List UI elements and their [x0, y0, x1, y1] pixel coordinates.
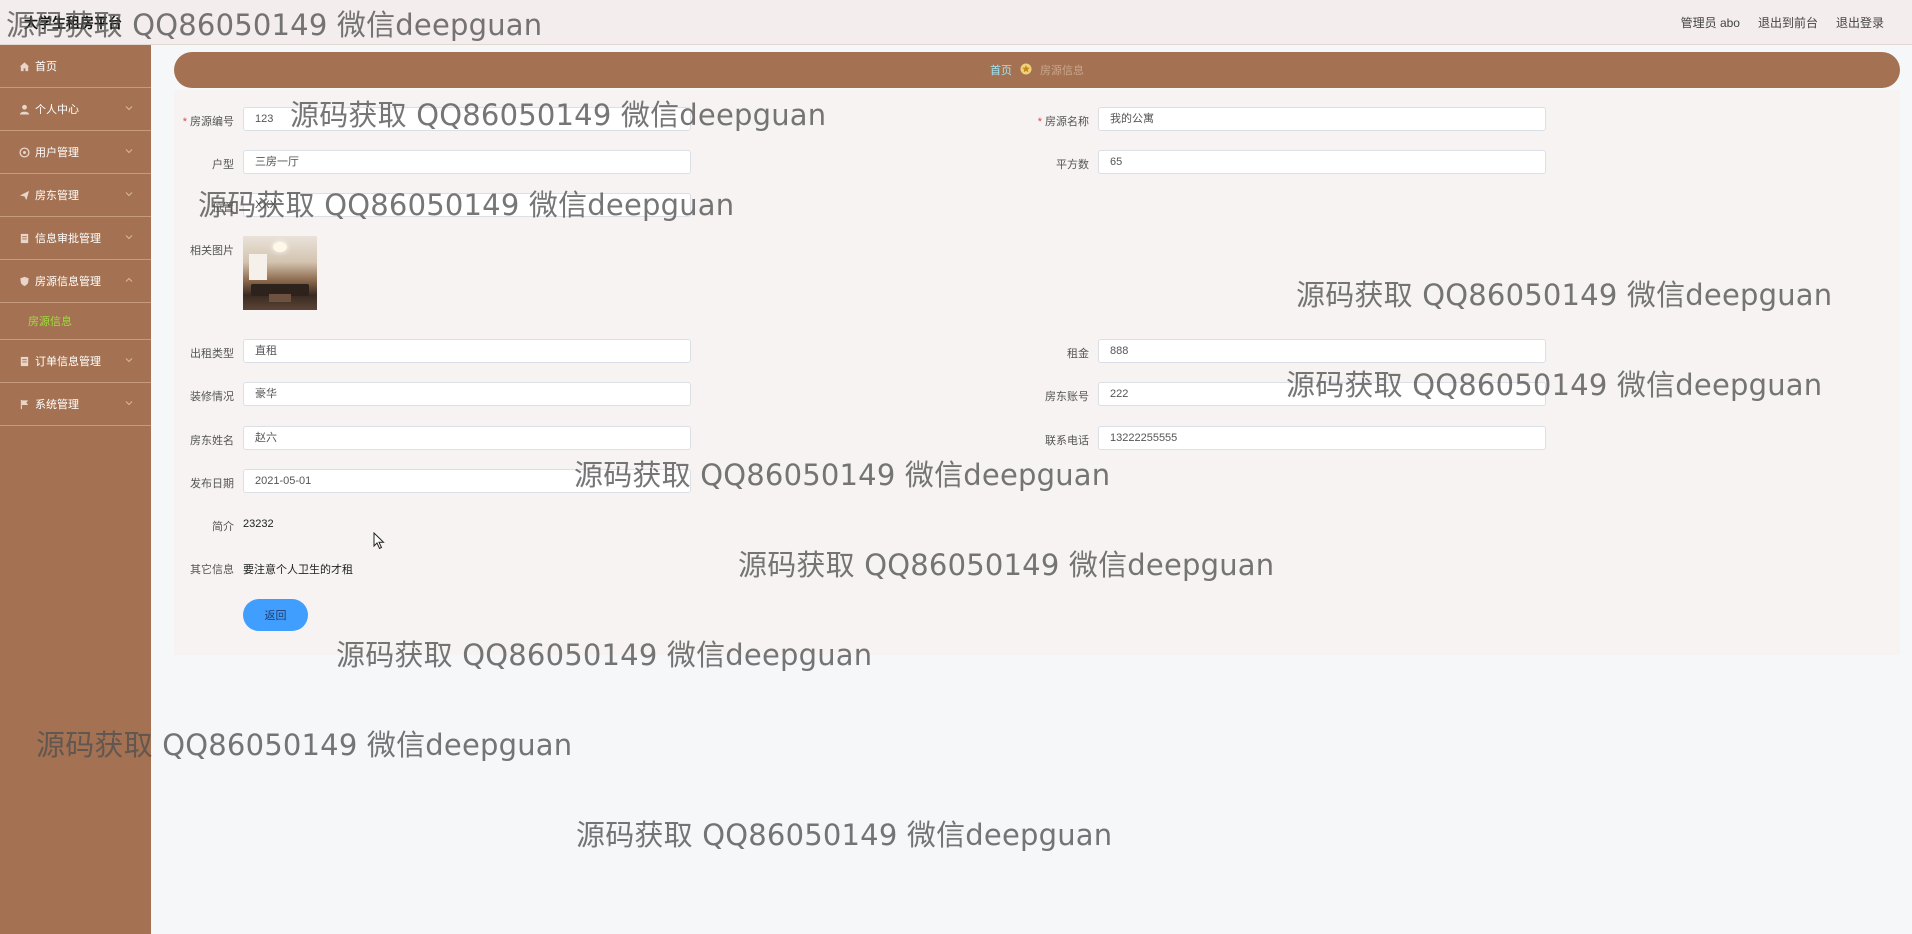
doc-icon — [18, 355, 30, 367]
breadcrumb-current: 房源信息 — [1040, 65, 1084, 77]
user-icon — [18, 103, 30, 115]
field-label-other: 其它信息 — [190, 564, 234, 576]
field-label-publish-date: 发布日期 — [190, 478, 234, 490]
decoration-field[interactable]: 豪华 — [243, 382, 691, 406]
logout-link[interactable]: 退出登录 — [1836, 14, 1884, 31]
sidebar-item-label: 订单信息管理 — [35, 356, 101, 368]
top-links: 管理员 abo 退出到前台 退出登录 — [1681, 14, 1884, 31]
watermark: 源码获取 QQ86050149 微信deepguan — [576, 818, 1113, 852]
location-field[interactable]: XXX — [243, 193, 691, 217]
chevron-down-icon — [125, 149, 133, 154]
back-button[interactable]: 返回 — [243, 599, 308, 631]
field-label-phone: 联系电话 — [1045, 435, 1089, 447]
field-label-rent-type: 出租类型 — [190, 348, 234, 360]
sidebar-subitem-house-info[interactable]: 房源信息 — [0, 303, 151, 340]
landlord-account-field[interactable]: 222 — [1098, 382, 1546, 406]
other-info-text: 要注意个人卫生的才租 — [243, 564, 353, 576]
breadcrumb: 首页 房源信息 — [174, 52, 1900, 88]
app-title: 大学生租房平台 — [24, 15, 122, 31]
sidebar-item-house-management[interactable]: 房源信息管理 — [0, 260, 151, 303]
sidebar-item-home[interactable]: 首页 — [0, 45, 151, 88]
sidebar-item-label: 个人中心 — [35, 104, 79, 116]
sidebar-item-label: 首页 — [35, 61, 57, 73]
rent-type-field[interactable]: 直租 — [243, 339, 691, 363]
field-label-rent: 租金 — [1067, 348, 1089, 360]
field-label-area: 平方数 — [1056, 159, 1089, 171]
chevron-up-icon — [125, 277, 133, 282]
star-icon — [1020, 63, 1032, 78]
house-photo[interactable] — [243, 236, 317, 310]
chevron-down-icon — [125, 235, 133, 240]
field-label-landlord-account: 房东账号 — [1045, 391, 1089, 403]
shield-icon — [18, 275, 30, 287]
current-user-label: 管理员 abo — [1680, 16, 1740, 30]
field-label-decoration: 装修情况 — [190, 391, 234, 403]
home-icon — [18, 60, 30, 72]
top-header: 大学生租房平台 管理员 abo 退出到前台 退出登录 — [0, 0, 1912, 45]
chevron-down-icon — [125, 192, 133, 197]
chevron-down-icon — [125, 106, 133, 111]
layout-field[interactable]: 三房一厅 — [243, 150, 691, 174]
breadcrumb-home[interactable]: 首页 — [990, 62, 1012, 78]
field-label-image: 相关图片 — [190, 245, 234, 257]
field-label-code: * 房源编号 — [182, 116, 234, 128]
sidebar-item-label: 房东管理 — [35, 190, 79, 202]
field-label-intro: 简介 — [212, 521, 234, 533]
to-front-link[interactable]: 退出到前台 — [1758, 14, 1818, 31]
landlord-name-field[interactable]: 赵六 — [243, 426, 691, 450]
publish-date-field[interactable]: 2021-05-01 — [243, 469, 691, 493]
flag-icon — [18, 398, 30, 410]
sidebar-item-label: 系统管理 — [35, 399, 79, 411]
intro-text: 23232 — [243, 518, 274, 530]
doc-icon — [18, 232, 30, 244]
sidebar-item-label: 用户管理 — [35, 147, 79, 159]
area-field[interactable]: 65 — [1098, 150, 1546, 174]
users-icon — [18, 146, 30, 158]
mouse-cursor-icon — [373, 532, 385, 550]
field-label-location: 位置 — [212, 202, 234, 214]
field-label-layout: 户型 — [212, 159, 234, 171]
field-label-landlord-name: 房东姓名 — [190, 435, 234, 447]
house-detail-form: * 房源编号 123 * 房源名称 我的公寓 户型 三房一厅 平方数 65 位置 X… — [174, 90, 1900, 655]
phone-field[interactable]: 13222255555 — [1098, 426, 1546, 450]
house-name-field[interactable]: 我的公寓 — [1098, 107, 1546, 131]
house-code-field[interactable]: 123 — [243, 107, 691, 131]
sidebar-item-label: 信息审批管理 — [35, 233, 101, 245]
sidebar-item-label: 房源信息管理 — [35, 276, 101, 288]
send-icon — [18, 189, 30, 201]
field-label-name: * 房源名称 — [1037, 116, 1089, 128]
rent-field[interactable]: 888 — [1098, 339, 1546, 363]
